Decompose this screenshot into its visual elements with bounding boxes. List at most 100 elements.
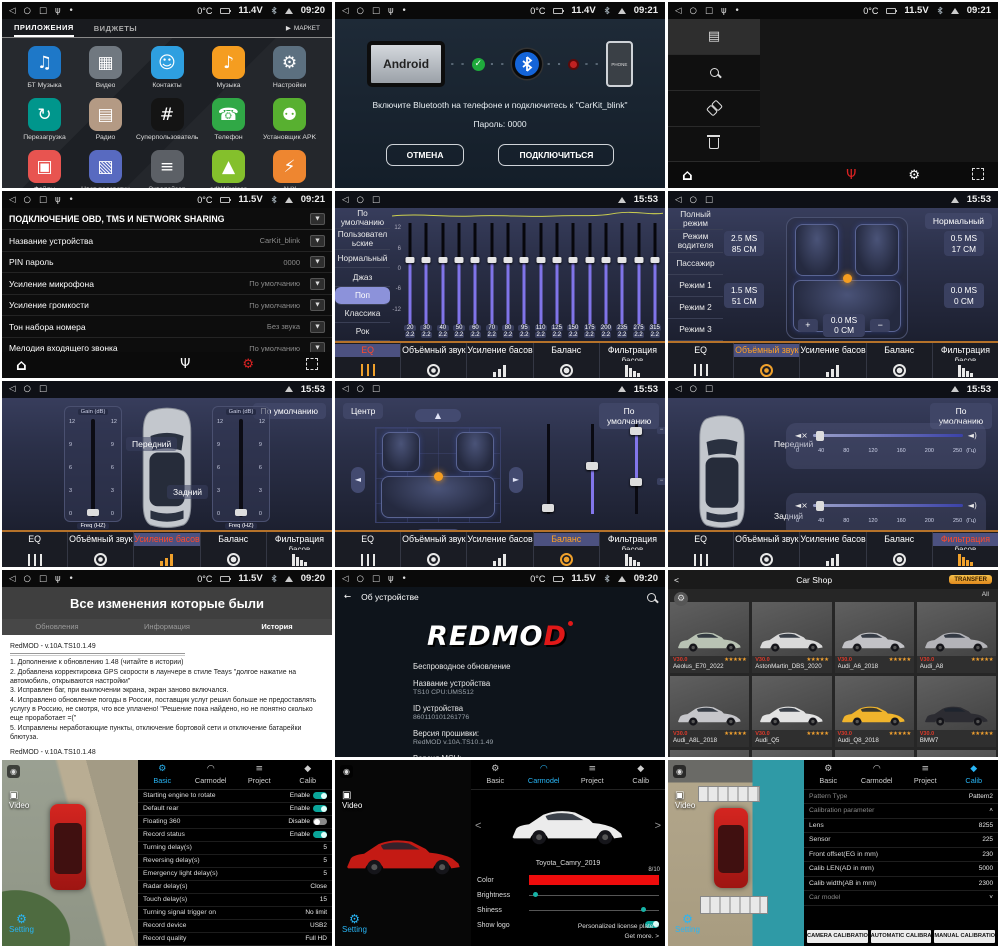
band-slider[interactable] [418,223,434,323]
app-shortcut[interactable]: ▣ Файлы [14,150,75,188]
slider-track[interactable] [813,504,963,507]
slider-thumb[interactable] [533,892,538,897]
settings-row[interactable]: PIN пароль 0000 [2,252,332,274]
calibration-row[interactable]: Front offset(EG in mm) 230 [804,848,998,863]
settings-row[interactable]: Turning signal trigger on No limit [138,907,332,920]
about-item[interactable]: Беспроводное обновление [413,662,665,671]
mode-item[interactable]: Режим 3 [668,319,723,341]
minus-button[interactable]: − [870,319,890,332]
slider-thumb[interactable] [504,257,513,263]
band-slider[interactable] [484,223,500,323]
home-icon[interactable]: ⌂ [682,166,693,184]
audio-tab[interactable]: Усиление басов [467,343,533,378]
calibration-row[interactable]: Calib LEN(AD in mm) 5000 [804,862,998,877]
app-icon[interactable]: ♪ [212,46,245,79]
antenna-icon[interactable]: Ψ [180,357,190,372]
settings-row[interactable]: Record quality Full HD [138,933,332,946]
toggle[interactable] [313,792,327,799]
app-icon[interactable]: ▧ [89,150,122,183]
dropdown-icon[interactable] [310,235,325,247]
recents-icon[interactable]: □ [372,6,380,16]
car-card[interactable] [835,750,914,756]
camera-tab[interactable]: Carmodel [853,760,902,789]
setting-label[interactable]: ⚙Setting [342,913,367,934]
slider-thumb[interactable] [586,462,598,470]
slider-thumb[interactable] [87,509,99,516]
audio-tab[interactable]: Баланс [867,343,933,378]
changelog-tab[interactable]: Информация [112,619,222,635]
back-icon[interactable]: ◁ [9,195,16,205]
delay-front-left[interactable]: 2.5 MS85 CM [724,231,764,256]
about-item[interactable]: ID устройства 860110101261776 [413,704,665,721]
trash-icon[interactable] [668,127,760,163]
preset-item[interactable]: Поп [335,287,390,305]
delay-rear-left[interactable]: 1.5 MS51 CM [724,283,764,308]
toggle[interactable] [313,805,327,812]
recents-icon[interactable]: □ [39,384,47,394]
shiness-slider[interactable] [529,910,659,911]
slider-thumb[interactable] [520,257,529,263]
settings-row[interactable]: Усиление микрофона По умолчанию [2,273,332,295]
slider-thumb[interactable] [650,257,659,263]
app-icon[interactable]: ▣ [28,150,61,183]
get-more-link[interactable]: Get more. > [578,932,659,942]
audio-tab[interactable]: Объёмный звук [68,532,134,567]
back-icon[interactable]: < [674,575,679,585]
audio-tab[interactable]: Усиление басов [800,343,866,378]
band-slider[interactable] [598,223,614,323]
band-slider[interactable] [500,223,516,323]
audio-tab[interactable]: Фильтрация басов [600,532,665,567]
audio-tab[interactable]: Усиление басов [467,532,533,567]
app-icon[interactable]: ↻ [28,98,61,131]
about-item[interactable]: Версия MCU: Ts10.1.1-100-991-A4C689-2205… [413,754,665,756]
settings-row[interactable]: Record device USB2 [138,920,332,933]
app-shortcut[interactable]: # Суперпользователь [136,98,198,141]
slider-thumb[interactable] [471,257,480,263]
home-icon[interactable]: ○ [24,574,31,584]
calibration-row[interactable]: Calib width(AB in mm) 2300 [804,877,998,892]
mode-item[interactable]: Режим водителя [668,230,723,252]
recents-icon[interactable]: □ [372,574,380,584]
app-shortcut[interactable]: ♫ БТ Музыка [14,46,75,89]
brightness-slider[interactable] [529,895,659,896]
app-icon[interactable]: ⚉ [273,98,306,131]
back-icon[interactable]: ◁ [342,6,349,16]
toggle[interactable] [313,831,327,838]
app-icon[interactable]: ⚡ [273,150,306,183]
car-card[interactable] [917,750,996,756]
car-card[interactable] [670,750,749,756]
band-slider[interactable] [581,223,597,323]
preset-item[interactable]: Классика [335,305,390,323]
camera-tab[interactable]: Project [235,760,284,789]
dropdown-icon[interactable] [310,256,325,268]
app-shortcut[interactable]: ♪ Музыка [198,46,259,89]
home-icon[interactable]: ○ [690,6,697,16]
slider-thumb[interactable] [585,257,594,263]
app-shortcut[interactable]: ▤ Радио [75,98,136,141]
gear-icon[interactable]: ⚙ [908,168,920,183]
slider-thumb-upper[interactable] [630,427,642,435]
calibration-button[interactable]: AUTOMATIC CALIBRATION [871,930,932,943]
next-car-button[interactable]: > [655,820,661,832]
camera-tab[interactable]: Basic [471,760,520,789]
home-icon[interactable]: ○ [357,384,364,394]
audio-tab[interactable]: Баланс [534,532,600,567]
slider-thumb[interactable] [455,257,464,263]
delay-rear-right[interactable]: 0.0 MS0 CM [944,283,984,308]
slider-thumb[interactable] [552,257,561,263]
center-button[interactable]: Центр [343,403,383,419]
settings-row[interactable]: Radar delay(s) Close [138,881,332,894]
audio-tab[interactable]: Баланс [867,532,933,567]
app-shortcut[interactable]: ⚡ AUX [259,150,320,188]
changelog-body[interactable]: RedMOD - v.10A.TS10.1.49 1. Дополнение к… [2,635,332,756]
app-icon[interactable]: # [151,98,184,131]
band-slider[interactable] [435,223,451,323]
preset-item[interactable]: Пользовательские [335,229,390,250]
audio-tab[interactable]: Фильтрация басов [267,532,332,567]
car-card[interactable]: V30.0★★★★★ AstonMartin_DBS_2020 [752,602,831,673]
camera-tab[interactable]: Calib [284,760,333,789]
calibration-row[interactable]: Pattern Type Pattern2 [804,790,998,805]
mode-item[interactable]: Пассажир [668,253,723,275]
gain-track[interactable]: 129630 129630 [213,417,269,519]
slider-thumb[interactable] [542,504,554,512]
